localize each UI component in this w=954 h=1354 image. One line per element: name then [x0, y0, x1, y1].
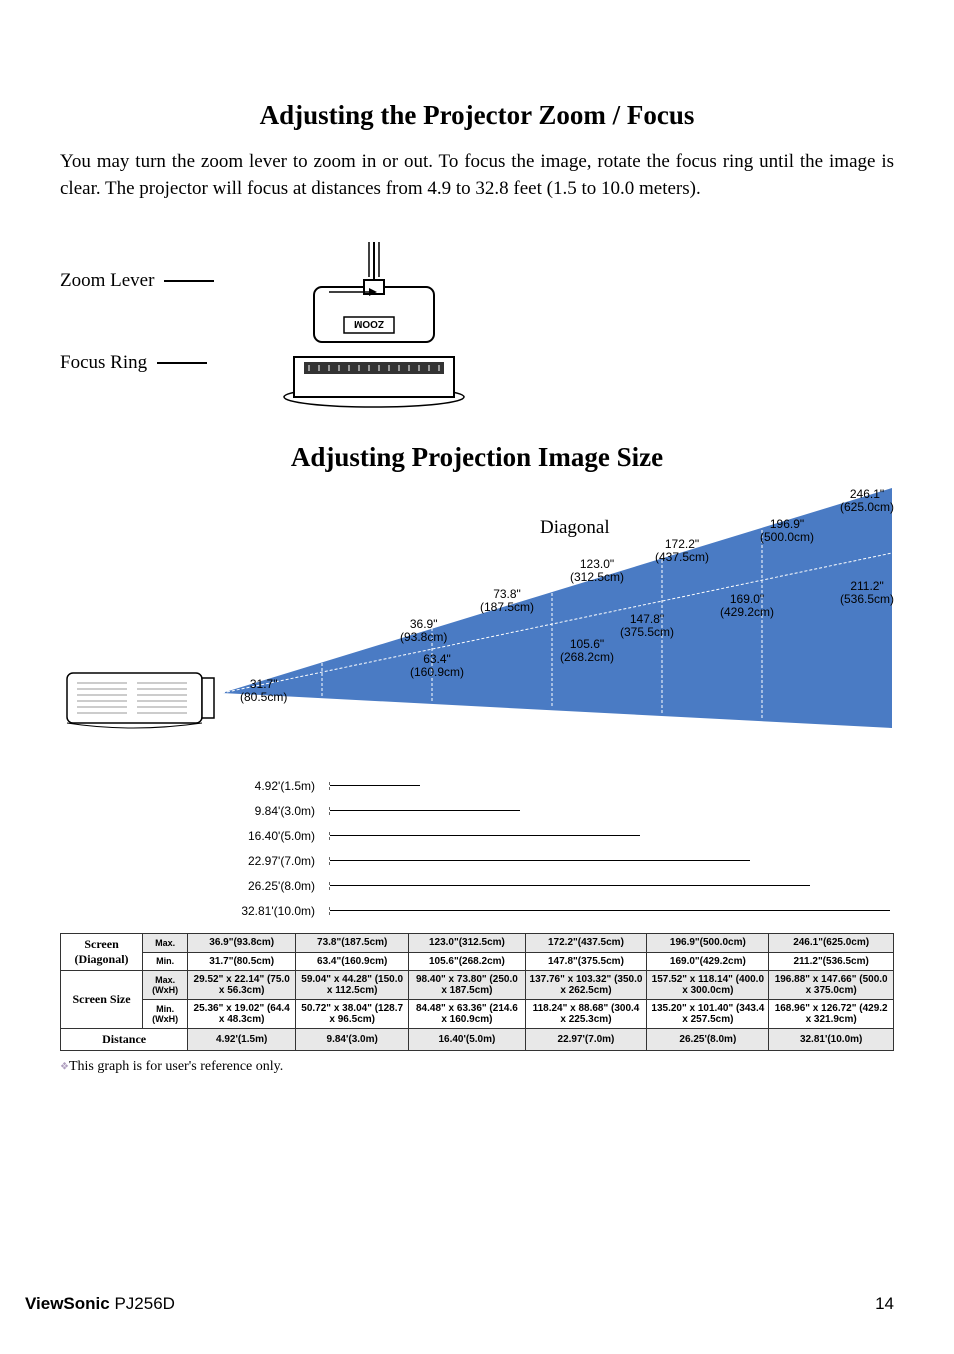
focus-ring-label: Focus Ring	[60, 352, 147, 374]
title-image-size: Adjusting Projection Image Size	[60, 442, 894, 473]
spec-table: Screen (Diagonal) Max. 36.9"(93.8cm) 73.…	[60, 933, 894, 1051]
header-screen-size: Screen Size	[61, 971, 143, 1029]
projection-chart: Diagonal 36.9"(93.8cm) 73.8"(187.5cm) 12…	[60, 488, 894, 768]
footer-brand: ViewSonic	[25, 1294, 110, 1313]
page-number: 14	[875, 1294, 894, 1314]
zoom-focus-diagram: Zoom Lever Focus Ring ZOOM	[60, 232, 894, 412]
header-distance: Distance	[61, 1029, 188, 1051]
svg-text:ZOOM: ZOOM	[354, 318, 384, 329]
diagonal-label: Diagonal	[540, 518, 610, 539]
footnote: ❖This graph is for user's reference only…	[60, 1059, 894, 1075]
body-paragraph: You may turn the zoom lever to zoom in o…	[60, 149, 894, 202]
footer-model: PJ256D	[110, 1294, 175, 1313]
page-footer: ViewSonic PJ256D 14	[25, 1294, 894, 1314]
zoom-lever-label: Zoom Lever	[60, 270, 154, 292]
distance-bars: 4.92'(1.5m) 9.84'(3.0m) 16.40'(5.0m) 22.…	[60, 773, 894, 923]
title-zoom-focus: Adjusting the Projector Zoom / Focus	[60, 100, 894, 131]
focus-pointer-line	[157, 362, 207, 364]
projector-illustration: ZOOM	[234, 232, 514, 412]
header-screen-diagonal: Screen (Diagonal)	[61, 934, 143, 971]
zoom-pointer-line	[164, 280, 214, 282]
